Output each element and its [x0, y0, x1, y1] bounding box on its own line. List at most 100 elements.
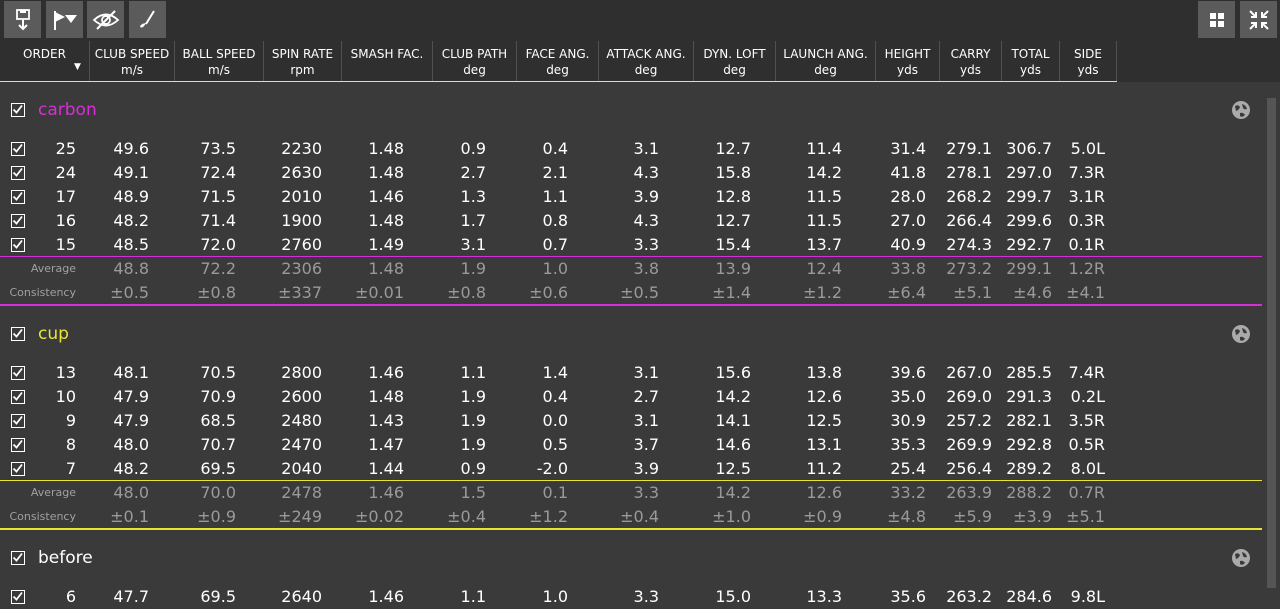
column-unit: yds — [897, 63, 918, 77]
group-end-divider — [0, 304, 1262, 306]
column-header-smash-fac[interactable]: SMASH FAC. — [342, 41, 433, 82]
checkmark-icon — [12, 328, 23, 338]
flag-filter-button[interactable] — [46, 1, 83, 38]
group-title[interactable]: carbon — [38, 99, 97, 121]
cell-side: 5.0L — [1070, 139, 1105, 158]
column-unit: rpm — [290, 63, 315, 77]
cell-side: 0.5R — [1068, 435, 1105, 454]
column-label: ATTACK ANG. — [606, 47, 686, 61]
group-title[interactable]: cup — [38, 323, 69, 345]
column-header-height[interactable]: HEIGHT yds — [876, 41, 940, 82]
cell-side: 0.1R — [1068, 235, 1105, 254]
cell-side: 0.2L — [1070, 387, 1105, 406]
column-label: DYN. LOFT — [703, 47, 766, 61]
column-header: ORDER CLUB SPEED m/s BALL SPEED m/s SPIN RATE… — [0, 41, 1280, 82]
vertical-scrollbar[interactable] — [1267, 98, 1276, 588]
checkmark-icon — [12, 104, 23, 114]
table-row[interactable]: 25 49.6 73.5 2230 1.48 0.9 0.4 3.1 12.7 11.4 31.4 2… — [0, 137, 1264, 161]
club-icon — [139, 9, 155, 27]
column-header-club-speed[interactable]: CLUB SPEED m/s — [90, 41, 175, 82]
hide-button[interactable] — [87, 1, 124, 38]
collapse-icon — [1248, 9, 1269, 30]
cell-side: 3.5R — [1068, 411, 1105, 430]
column-unit: deg — [463, 63, 486, 77]
cell-side: 3.1R — [1068, 187, 1105, 206]
column-label: ORDER — [23, 47, 66, 61]
cell-side: 0.3R — [1068, 211, 1105, 230]
table-row[interactable]: 6 47.7 69.5 2640 1.46 1.1 1.0 3.3 15.0 13.3 35.6 26… — [0, 585, 1264, 609]
stat-side: 0.7R — [1068, 483, 1105, 502]
table-row[interactable]: 9 47.9 68.5 2480 1.43 1.9 0.0 3.1 14.1 12.5 30.9 25… — [0, 409, 1264, 433]
club-button[interactable] — [129, 1, 166, 38]
stat-side: ±4.1 — [1066, 283, 1105, 302]
group-checkbox[interactable] — [11, 103, 25, 117]
column-label: FACE ANG. — [525, 47, 590, 61]
column-header-dyn-loft[interactable]: DYN. LOFT deg — [694, 41, 776, 82]
column-unit: yds — [960, 63, 981, 77]
sort-descending-icon[interactable]: ▼ — [74, 62, 81, 72]
table-row[interactable]: 13 48.1 70.5 2800 1.46 1.1 1.4 3.1 15.6 13.8 39.6 2… — [0, 361, 1264, 385]
stat-side: ±5.1 — [1066, 507, 1105, 526]
cell-side: 9.8L — [1070, 587, 1105, 606]
column-header-side[interactable]: SIDE yds — [1060, 41, 1117, 82]
table-row[interactable]: 15 48.5 72.0 2760 1.49 3.1 0.7 3.3 15.4 13.7 40.9 2… — [0, 233, 1264, 257]
globe-icon[interactable] — [1231, 100, 1251, 124]
save-export-button[interactable] — [4, 1, 41, 38]
column-label: HEIGHT — [884, 47, 931, 61]
hide-eye-icon — [92, 9, 119, 30]
group-checkbox[interactable] — [11, 551, 25, 565]
cell-side: 7.3R — [1068, 163, 1105, 182]
column-unit: yds — [1077, 63, 1099, 77]
column-unit: m/s — [121, 63, 143, 77]
column-unit: deg — [546, 63, 569, 77]
column-label: SPIN RATE — [271, 47, 334, 61]
grid-view-icon — [1209, 12, 1224, 27]
column-header-face-ang[interactable]: FACE ANG. deg — [517, 41, 599, 82]
column-header-club-path[interactable]: CLUB PATH deg — [433, 41, 517, 82]
column-unit: deg — [723, 63, 746, 77]
column-header-total[interactable]: TOTAL yds — [1002, 41, 1060, 82]
collapse-button[interactable] — [1240, 1, 1277, 38]
toolbar — [0, 0, 1280, 41]
column-header-carry[interactable]: CARRY yds — [940, 41, 1002, 82]
column-unit: deg — [814, 63, 837, 77]
table-row[interactable]: 8 48.0 70.7 2470 1.47 1.9 0.5 3.7 14.6 13.1 35.3 26… — [0, 433, 1264, 457]
column-header-spin-rate[interactable]: SPIN RATE rpm — [264, 41, 342, 82]
globe-icon[interactable] — [1231, 324, 1251, 348]
shot-table: carbon 25 49.6 73.5 2230 1.48 0.9 0.4 3.1 12.7 11.… — [0, 82, 1280, 606]
column-header-ball-speed[interactable]: BALL SPEED m/s — [175, 41, 264, 82]
grid-view-button[interactable] — [1198, 1, 1235, 38]
average-row: Average 48.0 70.0 2478 1.46 1.5 0.1 3.3 14.2 12.6… — [0, 481, 1264, 505]
globe-icon[interactable] — [1231, 548, 1251, 572]
column-unit: deg — [634, 63, 658, 77]
cell-side: 7.4R — [1068, 363, 1105, 382]
group-title[interactable]: before — [38, 547, 93, 569]
column-label: TOTAL — [1011, 47, 1050, 61]
column-header-launch-ang[interactable]: LAUNCH ANG. deg — [776, 41, 876, 82]
column-label: BALL SPEED — [182, 47, 256, 61]
column-label: SMASH FAC. — [350, 47, 424, 61]
flag-filter-icon — [53, 10, 77, 30]
average-row: Average 48.8 72.2 2306 1.48 1.9 1.0 3.8 13.9 12.4… — [0, 257, 1264, 281]
save-export-icon — [15, 8, 30, 30]
group-checkbox[interactable] — [11, 327, 25, 341]
table-row[interactable]: 7 48.2 69.5 2040 1.44 0.9 -2.0 3.9 12.5 11.2 25.4 2… — [0, 457, 1264, 481]
consistency-row: Consistency ±0.1 ±0.9 ±249 ±0.02 ±0.4 ±1.2 ±0.4… — [0, 505, 1264, 529]
consistency-row: Consistency ±0.5 ±0.8 ±337 ±0.01 ±0.8 ±0.6 ±0.5… — [0, 281, 1264, 305]
column-label: SIDE — [1074, 47, 1102, 61]
column-header-attack-ang[interactable]: ATTACK ANG. deg — [599, 41, 694, 82]
column-label: CLUB SPEED — [94, 47, 170, 61]
checkmark-icon — [12, 552, 23, 562]
column-label: LAUNCH ANG. — [783, 47, 868, 61]
group-end-divider — [0, 528, 1262, 530]
column-unit: yds — [1020, 63, 1041, 77]
column-label: CLUB PATH — [441, 47, 508, 61]
stat-side: 1.2R — [1068, 259, 1105, 278]
cell-side: 8.0L — [1070, 459, 1105, 478]
table-row[interactable]: 24 49.1 72.4 2630 1.48 2.7 2.1 4.3 15.8 14.2 41.8 2… — [0, 161, 1264, 185]
table-row[interactable]: 17 48.9 71.5 2010 1.46 1.3 1.1 3.9 12.8 11.5 28.0 2… — [0, 185, 1264, 209]
table-row[interactable]: 16 48.2 71.4 1900 1.48 1.7 0.8 4.3 12.7 11.5 27.0 2… — [0, 209, 1264, 233]
table-row[interactable]: 10 47.9 70.9 2600 1.48 1.9 0.4 2.7 14.2 12.6 35.0 2… — [0, 385, 1264, 409]
column-label: CARRY — [950, 47, 991, 61]
column-unit: m/s — [208, 63, 230, 77]
